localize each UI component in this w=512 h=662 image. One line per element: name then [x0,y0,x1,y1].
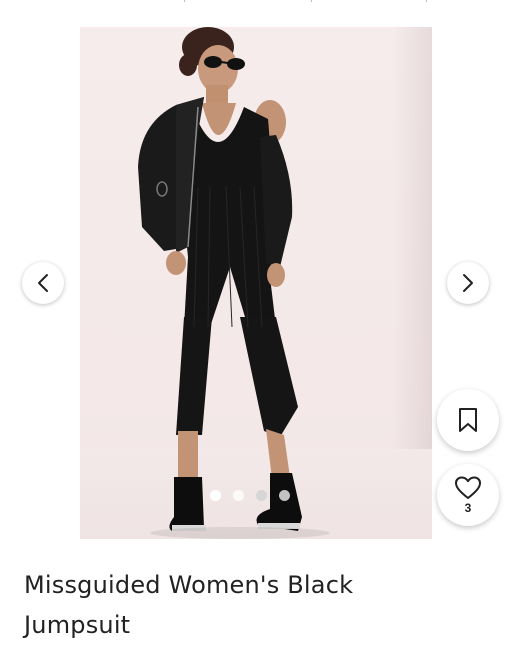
save-button[interactable] [437,389,499,451]
chevron-right-icon [463,274,473,292]
model-illustration [138,27,330,539]
previous-image-button[interactable] [22,262,64,304]
bookmark-icon [459,408,477,432]
like-count: 3 [464,501,472,515]
product-title: Missguided Women's Black Jumpsuit [24,571,354,639]
heart-icon [455,476,481,499]
next-image-button[interactable] [447,262,489,304]
chevron-left-icon [38,274,48,292]
gallery-dot[interactable] [279,490,290,501]
gallery-dot[interactable] [256,490,267,501]
gallery-dot[interactable] [210,490,221,501]
like-button[interactable]: 3 [437,464,499,526]
gallery-dot[interactable] [233,490,244,501]
product-image-gallery[interactable] [0,0,512,545]
product-photo[interactable] [80,27,432,539]
gallery-pagination [210,490,290,501]
